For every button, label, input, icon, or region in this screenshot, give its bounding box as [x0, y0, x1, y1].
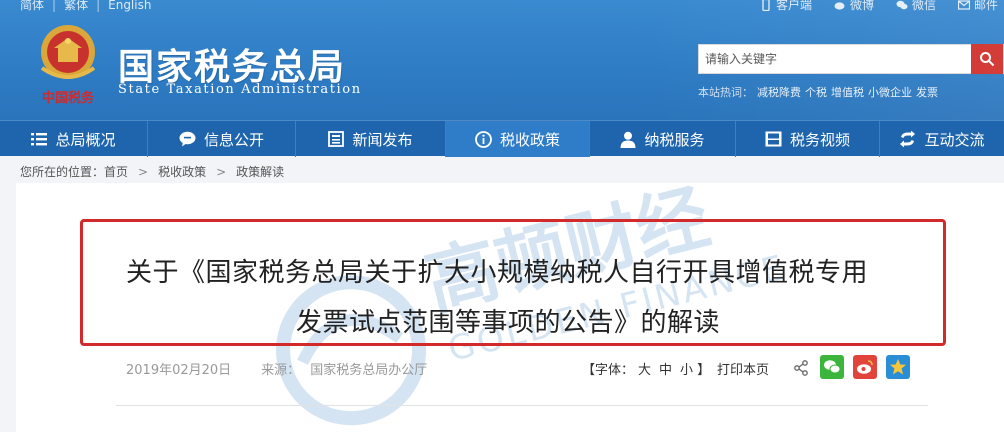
- nav-item-news[interactable]: 新闻发布: [296, 121, 446, 157]
- star-icon: [890, 359, 906, 375]
- language-links: 简体 | 繁体 | English: [20, 0, 159, 13]
- hot-word[interactable]: 小微企业: [868, 86, 912, 99]
- breadcrumb-policy-interpretation[interactable]: 政策解读: [236, 165, 284, 179]
- newspaper-icon: [328, 131, 345, 147]
- nav-label: 新闻发布: [352, 130, 413, 149]
- hot-words: 本站热词： 减税降费 个税 增值税 小微企业 发票: [698, 84, 938, 100]
- article-source: 国家税务总局办公厅: [310, 363, 428, 378]
- tool-label: 客户端: [775, 0, 812, 12]
- chevron-right-icon: >: [216, 165, 227, 179]
- top-tools: 客户端 微博 微信 邮件: [760, 0, 998, 13]
- tax-emblem-logo[interactable]: 中国税务: [30, 18, 106, 110]
- lang-simplified[interactable]: 简体: [20, 0, 44, 12]
- nav-label: 税收政策: [499, 130, 560, 149]
- font-size-medium[interactable]: 中: [659, 363, 672, 378]
- tool-mobile[interactable]: 客户端: [760, 0, 812, 13]
- tool-label: 微博: [849, 0, 874, 12]
- breadcrumb-home[interactable]: 首页: [104, 165, 128, 179]
- tool-label: 邮件: [973, 0, 998, 12]
- tool-mail[interactable]: 邮件: [957, 0, 998, 13]
- tool-label: 微信: [911, 0, 936, 12]
- article-title-line-1: 关于《国家税务总局关于扩大小规模纳税人自行开具增值税专用: [126, 258, 869, 288]
- chat-icon: [179, 131, 196, 147]
- weibo-icon: [834, 1, 845, 10]
- mail-icon: [957, 0, 970, 10]
- emblem-caption: 中国税务: [42, 90, 95, 106]
- nav-label: 总局概况: [55, 130, 116, 149]
- search-button[interactable]: [971, 44, 1003, 74]
- divider: |: [96, 0, 101, 12]
- article-title-line-2: 发票试点范围等事项的公告》的解读: [296, 308, 721, 338]
- nav-label: 信息公开: [203, 130, 264, 149]
- search-icon: [980, 52, 995, 67]
- nav-item-taxpayer-service[interactable]: 纳税服务: [590, 121, 736, 157]
- search-box: [698, 44, 1004, 74]
- mobile-icon: [762, 0, 770, 11]
- article-date: 2019年02月20日: [126, 363, 232, 378]
- exchange-icon: [900, 131, 916, 147]
- font-size-small[interactable]: 小: [680, 363, 693, 378]
- divider: |: [52, 0, 57, 12]
- hot-word[interactable]: 减税降费: [757, 86, 801, 99]
- wechat-icon: [824, 360, 841, 374]
- nav-label: 纳税服务: [644, 130, 705, 149]
- wechat-icon: [896, 0, 908, 9]
- main-nav: 总局概况 信息公开 新闻发布 税收政策 纳税服务 税务视频 互动交流: [0, 120, 1004, 157]
- breadcrumb-tax-policy[interactable]: 税收政策: [158, 165, 206, 179]
- nav-label: 互动交流: [924, 130, 985, 149]
- info-icon: [475, 130, 492, 148]
- font-size-large[interactable]: 大: [638, 363, 651, 378]
- site-subtitle: State Taxation Administration: [118, 82, 362, 97]
- font-size-close: 】: [697, 363, 711, 378]
- site-header: 简体 | 繁体 | English 客户端 微博 微信 邮件 中国税务 国家税务总局 S…: [0, 0, 1004, 120]
- article-meta: 2019年02月20日 来源： 国家税务总局办公厅: [126, 359, 427, 378]
- hot-words-label: 本站热词：: [698, 86, 753, 99]
- nav-item-overview[interactable]: 总局概况: [0, 121, 148, 157]
- hot-word[interactable]: 增值税: [831, 86, 864, 99]
- share-weibo-button[interactable]: [853, 355, 877, 379]
- lang-traditional[interactable]: 繁体: [64, 0, 88, 12]
- tool-weibo[interactable]: 微博: [834, 0, 874, 13]
- menu-icon: [31, 133, 48, 146]
- nav-item-disclosure[interactable]: 信息公开: [148, 121, 296, 157]
- lang-english[interactable]: English: [108, 0, 151, 12]
- weibo-icon: [857, 360, 873, 374]
- font-size-control: 【字体：大中小】: [582, 359, 710, 378]
- chevron-right-icon: >: [138, 165, 149, 179]
- search-input[interactable]: [699, 45, 973, 73]
- print-page-link[interactable]: 打印本页: [717, 359, 769, 378]
- share-wechat-button[interactable]: [820, 355, 844, 379]
- source-label: 来源：: [261, 363, 301, 378]
- nav-item-tax-policy[interactable]: 税收政策: [446, 121, 590, 157]
- user-icon: [620, 131, 636, 148]
- hot-word[interactable]: 个税: [805, 86, 827, 99]
- breadcrumb: 您所在的位置：首页 > 税收政策 > 政策解读: [20, 163, 284, 180]
- share-qzone-button[interactable]: [886, 355, 910, 379]
- breadcrumb-prefix: 您所在的位置：: [20, 165, 105, 179]
- nav-item-tax-video[interactable]: 税务视频: [736, 121, 880, 157]
- hot-word[interactable]: 发票: [916, 86, 938, 99]
- meta-divider: [116, 405, 928, 406]
- tool-wechat[interactable]: 微信: [896, 0, 936, 13]
- nav-item-interaction[interactable]: 互动交流: [880, 121, 1004, 157]
- font-size-label: 【字体：: [582, 363, 635, 378]
- share-icon[interactable]: [793, 360, 809, 376]
- video-icon: [765, 131, 782, 147]
- nav-label: 税务视频: [789, 130, 850, 149]
